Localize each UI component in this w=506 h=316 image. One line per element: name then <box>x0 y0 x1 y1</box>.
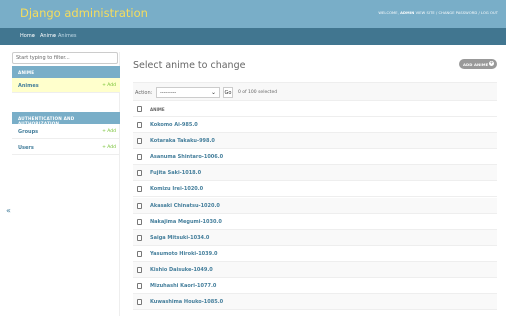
anime-link[interactable]: Kokomo Ai-985.0 <box>150 122 198 128</box>
anime-link[interactable]: Fujita Saki-1018.0 <box>150 170 201 176</box>
app-caption-auth[interactable]: AUTHENTICATION AND AUTHORIZATION <box>12 112 120 126</box>
table-row: Saiga Mitsuki-1034.0 <box>133 229 497 246</box>
breadcrumb-current: Animes <box>58 33 77 39</box>
anime-link[interactable]: Kotaraka Takaku-998.0 <box>150 138 215 144</box>
select-all-checkbox[interactable] <box>137 106 142 112</box>
anime-link[interactable]: Yasumoto Hiroki-1039.0 <box>150 251 218 257</box>
anime-link[interactable]: Nakajima Megumi-1030.0 <box>150 219 222 225</box>
nav-sidebar: Start typing to filter... ANIME Animes +… <box>12 52 120 316</box>
user-links[interactable]: VIEW SITE / CHANGE PASSWORD / LOG OUT <box>416 11 498 15</box>
site-header: Django administration WELCOME, ADMIN VIE… <box>0 0 506 28</box>
plus-icon: + <box>489 61 494 66</box>
table-row: Fujita Saki-1018.0 <box>133 165 497 182</box>
user-tools: WELCOME, ADMIN VIEW SITE / CHANGE PASSWO… <box>378 11 498 15</box>
row-checkbox[interactable] <box>137 202 142 209</box>
sidebar-item-groups[interactable]: Groups + Add <box>12 124 120 139</box>
breadcrumb-separator: › <box>54 33 56 39</box>
add-groups-link[interactable]: + Add <box>102 129 116 134</box>
sidebar-item-label[interactable]: Users <box>18 145 34 151</box>
row-checkbox[interactable] <box>137 218 142 225</box>
anime-link[interactable]: Akasaki Chinatsu-1020.0 <box>150 203 220 209</box>
username: ADMIN <box>400 11 415 15</box>
row-checkbox[interactable] <box>137 234 142 241</box>
action-label: Action: <box>135 90 153 96</box>
column-header-anime[interactable]: ANIME <box>150 107 165 112</box>
table-row: Akasaki Chinatsu-1020.0 <box>133 197 497 214</box>
sidebar-item-animes[interactable]: Animes + Add <box>12 78 120 93</box>
add-anime-label: ADD ANIME <box>463 62 489 67</box>
selection-counter: 0 of 100 selected <box>238 90 278 95</box>
welcome-text: WELCOME, <box>378 11 399 15</box>
anime-link[interactable]: Kishio Daisuke-1049.0 <box>150 267 213 273</box>
action-selected-value: --------- <box>160 90 177 96</box>
table-row: Kuwashima Houko-1085.0 <box>133 294 497 311</box>
anime-link[interactable]: Komizu Irei-1020.0 <box>150 186 203 192</box>
table-row: Komizu Irei-1020.0 <box>133 181 497 198</box>
sidebar-item-users[interactable]: Users + Add <box>12 140 120 155</box>
sidebar-item-label[interactable]: Groups <box>18 129 38 135</box>
page-title: Select anime to change <box>133 60 246 71</box>
row-checkbox[interactable] <box>137 299 142 306</box>
sidebar-item-label[interactable]: Animes <box>18 83 39 89</box>
anime-link[interactable]: Asanuma Shintaro-1006.0 <box>150 154 223 160</box>
chevron-down-icon: ⌄ <box>210 89 216 96</box>
app-caption-anime[interactable]: ANIME <box>12 66 120 78</box>
row-checkbox[interactable] <box>137 154 142 161</box>
actions-bar: Action: --------- ⌄ Go 0 of 100 selected <box>133 82 497 101</box>
table-row: Kokomo Ai-985.0 <box>133 117 497 133</box>
nav-filter-input[interactable]: Start typing to filter... <box>12 52 118 64</box>
site-title[interactable]: Django administration <box>20 6 148 20</box>
row-checkbox[interactable] <box>137 138 142 145</box>
table-header: ANIME <box>133 101 497 117</box>
table-row: Mizuhashi Kaori-1077.0 <box>133 278 497 294</box>
breadcrumb-separator: › <box>33 33 35 39</box>
row-checkbox[interactable] <box>137 186 142 193</box>
collapse-sidebar-icon[interactable]: « <box>6 206 11 215</box>
row-checkbox[interactable] <box>137 170 142 177</box>
anime-link[interactable]: Mizuhashi Kaori-1077.0 <box>150 283 216 289</box>
table-row: Nakajima Megumi-1030.0 <box>133 214 497 230</box>
go-button[interactable]: Go <box>223 87 233 98</box>
anime-link[interactable]: Kuwashima Houko-1085.0 <box>150 299 223 305</box>
row-checkbox[interactable] <box>137 283 142 289</box>
table-row: Kotaraka Takaku-998.0 <box>133 133 497 150</box>
add-animes-link[interactable]: + Add <box>102 83 116 88</box>
table-row: Asanuma Shintaro-1006.0 <box>133 149 497 166</box>
row-checkbox[interactable] <box>137 250 142 257</box>
add-users-link[interactable]: + Add <box>102 145 116 150</box>
row-checkbox[interactable] <box>137 122 142 128</box>
anime-link[interactable]: Saiga Mitsuki-1034.0 <box>150 235 209 241</box>
breadcrumb: Home › Anime › Animes <box>0 28 506 45</box>
table-row: Kishio Daisuke-1049.0 <box>133 261 497 278</box>
row-checkbox[interactable] <box>137 266 142 273</box>
action-select[interactable]: --------- ⌄ <box>156 87 220 98</box>
add-anime-button[interactable]: ADD ANIME + <box>459 59 497 69</box>
table-row: Yasumoto Hiroki-1039.0 <box>133 246 497 262</box>
